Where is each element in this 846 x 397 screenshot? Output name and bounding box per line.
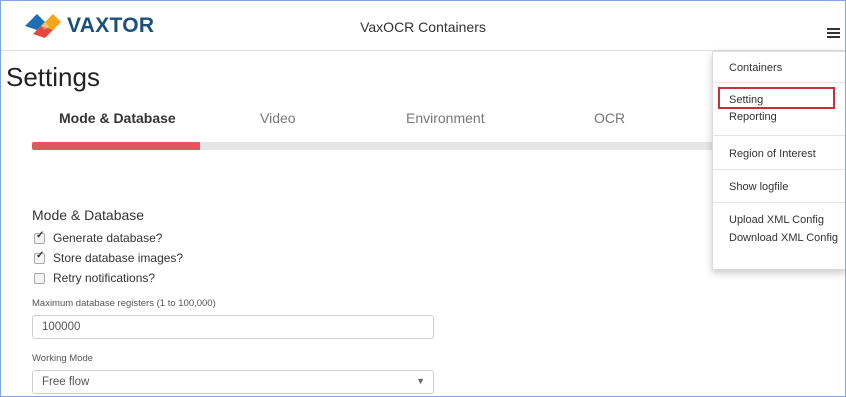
progress-fill xyxy=(32,142,200,150)
tab-ocr[interactable]: OCR xyxy=(594,110,625,126)
checkmark-icon: ✓ xyxy=(36,249,45,261)
menu-divider xyxy=(713,82,845,83)
checkbox-label: Retry notifications? xyxy=(53,271,156,285)
checkbox-label: Store database images? xyxy=(53,251,184,265)
app-window: VAXTOR VaxOCR Containers Settings Mode &… xyxy=(0,0,846,397)
menu-item-upload-xml-config[interactable]: Upload XML Config xyxy=(729,214,824,226)
app-title: VaxOCR Containers xyxy=(360,19,486,35)
menu-item-containers[interactable]: Containers xyxy=(729,62,782,74)
progress-track xyxy=(32,142,732,150)
tab-mode-database[interactable]: Mode & Database xyxy=(59,110,176,126)
max-registers-label: Maximum database registers (1 to 100,000… xyxy=(32,298,216,309)
menu-item-region-of-interest[interactable]: Region of Interest xyxy=(729,148,816,160)
menu-item-reporting[interactable]: Reporting xyxy=(729,111,777,123)
menu-divider xyxy=(713,135,845,136)
checkbox-box[interactable]: ✓ xyxy=(34,229,45,244)
store-database-images-checkbox[interactable]: ✓ Store database images? xyxy=(34,249,183,267)
menu-divider xyxy=(713,202,845,203)
menu-divider xyxy=(713,169,845,170)
dropdown-menu: Containers Setting Reporting Region of I… xyxy=(712,51,845,270)
checkbox-label: Generate database? xyxy=(53,231,163,245)
working-mode-label: Working Mode xyxy=(32,353,94,364)
working-mode-select[interactable]: Free flow ▼ xyxy=(32,370,434,394)
top-bar: VAXTOR VaxOCR Containers xyxy=(1,1,845,51)
chevron-down-icon: ▼ xyxy=(416,376,425,386)
checkbox-box[interactable]: ✓ xyxy=(34,249,45,264)
page-title: Settings xyxy=(6,62,100,92)
max-registers-input[interactable]: 100000 xyxy=(32,315,434,339)
menu-item-setting[interactable]: Setting xyxy=(729,94,763,106)
section-title: Mode & Database xyxy=(32,207,145,223)
menu-item-show-logfile[interactable]: Show logfile xyxy=(729,181,788,193)
retry-notifications-checkbox[interactable]: Retry notifications? xyxy=(34,269,155,287)
hamburger-menu-icon[interactable] xyxy=(827,28,840,38)
tab-environment[interactable]: Environment xyxy=(406,110,485,126)
menu-item-download-xml-config[interactable]: Download XML Config xyxy=(729,232,838,244)
generate-database-checkbox[interactable]: ✓ Generate database? xyxy=(34,229,162,247)
working-mode-value: Free flow xyxy=(42,376,90,388)
tab-video[interactable]: Video xyxy=(260,110,296,126)
checkmark-icon: ✓ xyxy=(36,229,45,241)
checkbox-box[interactable] xyxy=(34,272,45,284)
